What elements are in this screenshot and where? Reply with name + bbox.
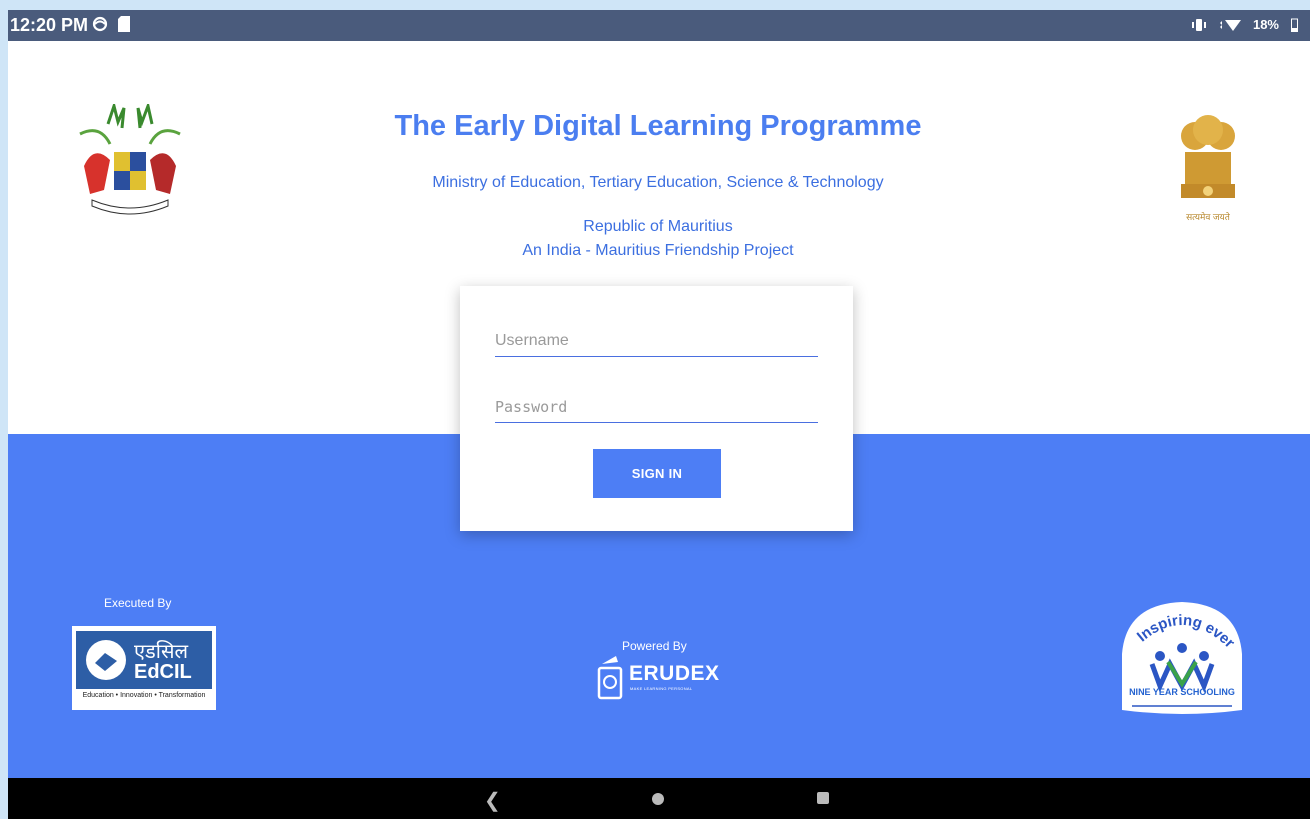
mauritius-coat-of-arms-icon — [79, 104, 181, 215]
edcil-logo-panel: एडसिल EdCIL — [76, 631, 212, 689]
edcil-name: EdCIL — [134, 661, 192, 683]
executed-by-label: Executed By — [104, 596, 172, 610]
country-name: Republic of Mauritius — [583, 218, 733, 235]
home-icon[interactable] — [652, 793, 664, 805]
battery-icon — [1291, 18, 1298, 32]
erudex-tagline: MAKE LEARNING PERSONAL — [630, 686, 693, 691]
edcil-tagline: Education • Innovation • Transformation — [82, 692, 206, 699]
erudex-name: ERUDEX — [629, 662, 720, 685]
nine-year-schooling-text: NINE YEAR SCHOOLING — [1129, 687, 1235, 697]
ministry-subtitle: Ministry of Education, Tertiary Educatio… — [432, 174, 884, 191]
battery-percent: 18% — [1252, 17, 1279, 32]
edcil-mark-icon — [86, 640, 126, 680]
sign-in-button[interactable]: SIGN IN — [593, 449, 721, 498]
status-time: 12:20 PM — [10, 15, 89, 35]
back-icon[interactable]: ❮ — [484, 788, 501, 813]
navigation-bar: ❮ — [8, 778, 1310, 819]
status-left-icons — [92, 16, 130, 32]
vibrate-icon — [1191, 18, 1206, 31]
recents-icon[interactable] — [817, 792, 829, 804]
page-title: The Early Digital Learning Programme — [394, 110, 922, 142]
india-motto: सत्यमेव जयते — [1186, 212, 1230, 222]
india-emblem-icon — [1181, 115, 1235, 198]
status-right: 18% — [1191, 17, 1298, 32]
project-name: An India - Mauritius Friendship Project — [522, 242, 794, 259]
app-screen: 12:20 PM 18% The Early Digital Learning … — [8, 10, 1310, 819]
status-bar: 12:20 PM 18% — [8, 10, 1310, 41]
sync-icon — [92, 16, 108, 32]
login-card: SIGN IN — [460, 286, 853, 531]
sd-card-icon — [118, 16, 130, 32]
wifi-icon — [1219, 19, 1241, 31]
edcil-logo: एडसिल EdCIL Education • Innovation • Tra… — [72, 626, 216, 710]
nine-year-schooling-logo-icon: Inspiring every child — [1116, 594, 1242, 714]
username-input[interactable] — [495, 326, 818, 357]
password-input[interactable] — [495, 392, 818, 423]
edcil-hindi-text: एडसिल — [134, 639, 189, 663]
